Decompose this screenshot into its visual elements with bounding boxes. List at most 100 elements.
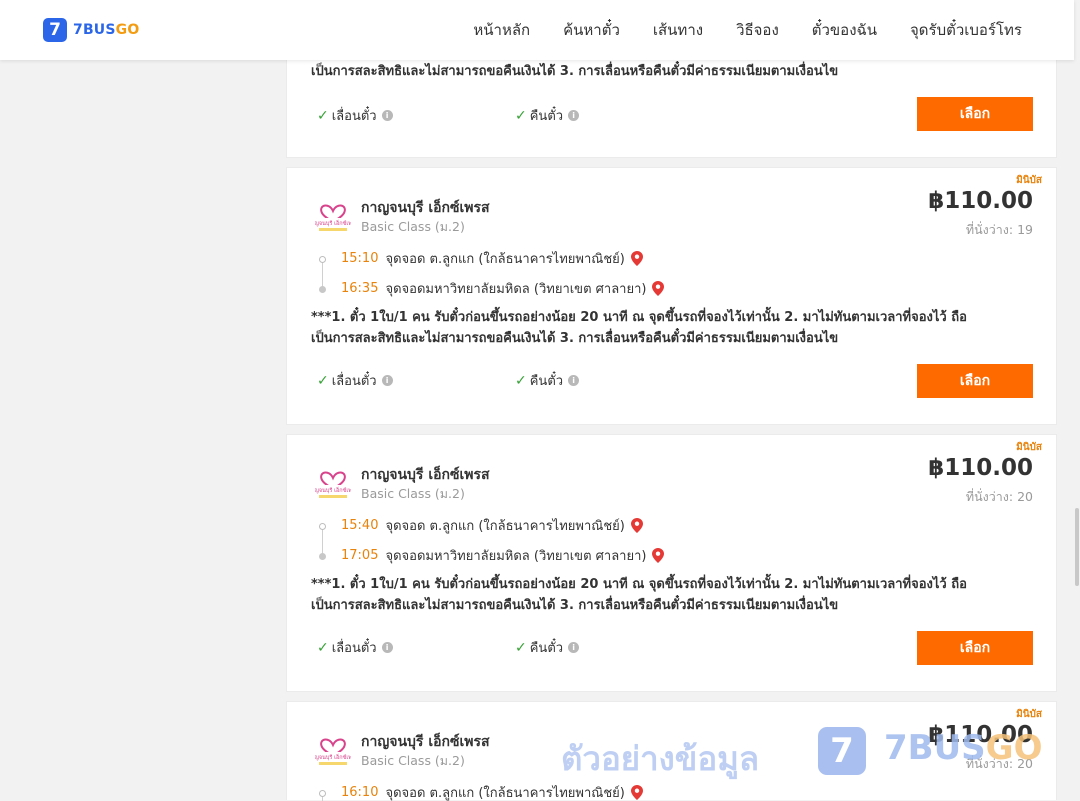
nav-search-tickets[interactable]: ค้นหาตั๋ว [563,18,620,42]
nav-how-to-book[interactable]: วิธีจอง [736,18,779,42]
map-pin-icon[interactable] [630,518,643,533]
map-pin-icon[interactable] [630,785,643,800]
logo-mark-icon: 7 [43,18,67,42]
check-icon: ✓ [317,372,329,389]
minibus-badge: มินิบัส [1016,442,1042,453]
departure-dot [319,523,326,530]
route-line [322,259,323,287]
seats-available: ที่นั่งว่าง: 20 [965,489,1033,504]
feature-change-ticket: ✓ เลื่อนตั๋ว i [317,637,393,658]
trip-price: ฿110.00 [928,188,1033,214]
departure-location: จุดจอด ต.ลูกแก (ใกล้ธนาคารไทยพาณิชย์) [385,519,625,534]
top-header: 7 7BUSGO หน้าหลัก ค้นหาตั๋ว เส้นทาง วิธี… [0,0,1074,60]
trip-note: เป็นการสละสิทธิและไม่สามารถขอคืนเงินได้ … [311,61,1031,82]
bus-class: Basic Class (ม.2) [361,219,465,234]
check-icon: ✓ [515,107,527,124]
feature-change-label: เลื่อนตั๋ว [331,641,377,656]
feature-refund-label: คืนตั๋ว [529,374,564,389]
heart-logo-icon: กาญจนบุรี เอ็กซ์เพรส [315,471,351,498]
arrival-time: 16:35 [341,281,379,296]
arrival-time: 17:05 [341,548,379,563]
watermark-logo-icon: 7 [818,727,866,775]
watermark-brand: 7BUSGO [884,728,1042,768]
departure-stop: 15:40 จุดจอด ต.ลูกแก (ใกล้ธนาคารไทยพาณิช… [341,515,643,536]
departure-stop: 15:10 จุดจอด ต.ลูกแก (ใกล้ธนาคารไทยพาณิช… [341,248,643,269]
select-trip-button[interactable]: เลือก [917,631,1033,665]
trip-note-line1: ***1. ตั๋ว 1ใบ/1 คน รับตั๋วก่อนขึ้นรถอย่… [311,577,967,592]
trip-note: ***1. ตั๋ว 1ใบ/1 คน รับตั๋วก่อนขึ้นรถอย่… [311,574,1031,616]
trip-note-line2: เป็นการสละสิทธิและไม่สามารถขอคืนเงินได้ … [311,331,839,346]
arrival-dot [319,286,326,293]
heart-logo-icon: กาญจนบุรี เอ็กซ์เพรส [315,204,351,231]
feature-refund-label: คืนตั๋ว [529,109,564,124]
info-icon[interactable]: i [568,110,580,121]
bus-class: Basic Class (ม.2) [361,486,465,501]
feature-refund-label: คืนตั๋ว [529,641,564,656]
nav-routes[interactable]: เส้นทาง [653,18,703,42]
trip-note-line2: เป็นการสละสิทธิและไม่สามารถขอคืนเงินได้ … [311,64,839,79]
operator-name: กาญจนบุรี เอ็กซ์เพรส [361,734,490,750]
sample-data-watermark: ตัวอย่างข้อมูล [561,739,760,778]
info-icon[interactable]: i [381,110,393,121]
logo-caption: กาญจนบุรี เอ็กซ์เพรส [315,486,351,494]
nav-my-tickets[interactable]: ตั๋วของฉัน [812,18,877,42]
feature-change-label: เลื่อนตั๋ว [331,109,377,124]
check-icon: ✓ [317,107,329,124]
check-icon: ✓ [515,639,527,656]
feature-refund-ticket: ✓ คืนตั๋ว i [515,637,580,658]
trip-card: มินิบัส กาญจนบุรี เอ็กซ์เพรส กาญจนบุรี เ… [286,434,1057,692]
departure-time: 15:40 [341,518,379,533]
feature-change-ticket: ✓ เลื่อนตั๋ว i [317,105,393,126]
operator-name: กาญจนบุรี เอ็กซ์เพรส [361,200,490,216]
arrival-stop: 16:35 จุดจอดมหาวิทยาลัยมหิดล (วิทยาเขต ศ… [341,278,665,299]
select-trip-button[interactable]: เลือก [917,364,1033,398]
logo-caption: กาญจนบุรี เอ็กซ์เพรส [315,219,351,227]
select-trip-button[interactable]: เลือก [917,97,1033,131]
scrollbar-thumb[interactable] [1075,508,1079,586]
nav-ticket-pickup[interactable]: จุดรับตั๋วเบอร์โทร [910,18,1022,42]
feature-change-ticket: ✓ เลื่อนตั๋ว i [317,370,393,391]
logo-text-accent: GO [115,22,140,38]
nav-home[interactable]: หน้าหลัก [473,18,530,42]
info-icon[interactable]: i [381,642,393,653]
logo-text-main: 7BUS [73,22,116,38]
feature-refund-ticket: ✓ คืนตั๋ว i [515,105,580,126]
heart-logo-icon: กาญจนบุรี เอ็กซ์เพรส [315,738,351,765]
seats-available: ที่นั่งว่าง: 19 [965,222,1033,237]
departure-dot [319,790,326,797]
info-icon[interactable]: i [568,642,580,653]
scrollbar-track[interactable] [1074,0,1080,800]
trip-note-line2: เป็นการสละสิทธิและไม่สามารถขอคืนเงินได้ … [311,598,839,613]
arrival-dot [319,553,326,560]
main-nav: หน้าหลัก ค้นหาตั๋ว เส้นทาง วิธีจอง ตั๋วข… [440,0,1022,60]
minibus-badge: มินิบัส [1016,709,1042,720]
watermark-brand-accent: GO [985,728,1043,768]
map-pin-icon[interactable] [652,548,665,563]
info-icon[interactable]: i [568,375,580,386]
trip-note-line1: ***1. ตั๋ว 1ใบ/1 คน รับตั๋วก่อนขึ้นรถอย่… [311,310,967,325]
site-logo[interactable]: 7 7BUSGO [43,18,139,42]
feature-refund-ticket: ✓ คืนตั๋ว i [515,370,580,391]
operator-name: กาญจนบุรี เอ็กซ์เพรส [361,467,490,483]
check-icon: ✓ [515,372,527,389]
feature-change-label: เลื่อนตั๋ว [331,374,377,389]
trip-price: ฿110.00 [928,455,1033,481]
trip-note: ***1. ตั๋ว 1ใบ/1 คน รับตั๋วก่อนขึ้นรถอย่… [311,307,1031,349]
arrival-location: จุดจอดมหาวิทยาลัยมหิดล (วิทยาเขต ศาลายา) [385,282,647,297]
logo-caption: กาญจนบุรี เอ็กซ์เพรส [315,753,351,761]
bus-class: Basic Class (ม.2) [361,753,465,768]
departure-time: 15:10 [341,251,379,266]
map-pin-icon[interactable] [652,281,665,296]
logo-text: 7BUSGO [73,22,139,38]
arrival-stop: 17:05 จุดจอดมหาวิทยาลัยมหิดล (วิทยาเขต ศ… [341,545,665,566]
trip-route: 15:40 จุดจอด ต.ลูกแก (ใกล้ธนาคารไทยพาณิช… [311,515,711,575]
departure-dot [319,256,326,263]
map-pin-icon[interactable] [630,251,643,266]
trip-card: มินิบัส กาญจนบุรี เอ็กซ์เพรส กาญจนบุรี เ… [286,167,1057,425]
minibus-badge: มินิบัส [1016,175,1042,186]
route-line [322,526,323,554]
check-icon: ✓ [317,639,329,656]
info-icon[interactable]: i [381,375,393,386]
departure-time: 16:10 [341,785,379,800]
departure-location: จุดจอด ต.ลูกแก (ใกล้ธนาคารไทยพาณิชย์) [385,252,625,267]
